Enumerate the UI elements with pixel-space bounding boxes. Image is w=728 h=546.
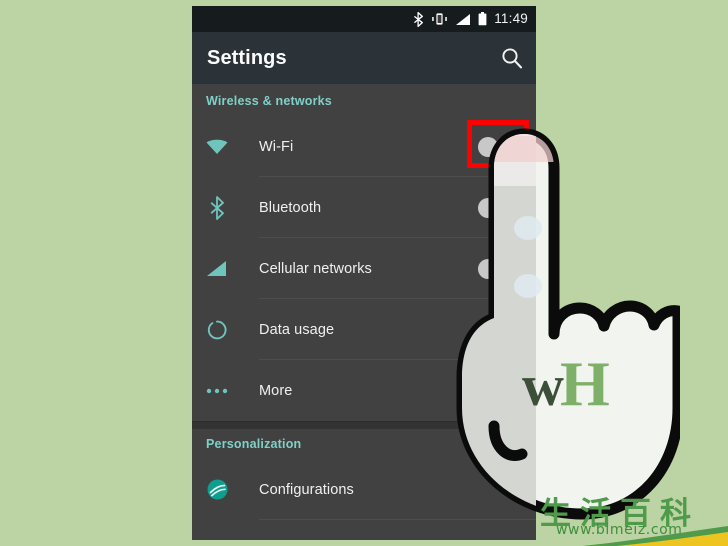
search-icon[interactable] [500,46,524,70]
section-header-personalization: Personalization [206,437,302,451]
settings-row-configurations[interactable]: Configurations [192,459,536,520]
watermark: 生活百科 www.bimeiz.com [538,492,728,546]
settings-row-label: Cellular networks [259,260,372,277]
settings-list: Wireless & networks Wi-Fi Bluetooth Cell… [192,84,536,540]
configurations-icon [204,477,230,503]
settings-row-label: Bluetooth [259,199,322,216]
app-toolbar: Settings [192,32,536,84]
bluetooth-icon [414,11,424,27]
toggle-knob [478,136,498,157]
vibrate-icon [432,13,448,25]
settings-row-data-usage[interactable]: Data usage [192,299,536,360]
battery-icon [478,12,487,26]
section-separator [192,421,536,429]
status-bar: 11:49 [192,6,536,32]
page-title: Settings [207,47,287,69]
status-bar-clock: 11:49 [494,11,528,26]
settings-row-bluetooth[interactable]: Bluetooth [192,177,536,238]
bluetooth-icon [204,195,230,221]
logo-h: H [560,348,610,419]
cellular-toggle[interactable] [476,258,522,279]
toggle-knob [478,197,498,218]
more-dots-icon [204,378,230,404]
toggle-knob [478,258,498,279]
section-header-wireless: Wireless & networks [206,94,332,108]
row-divider [259,519,536,520]
screenshot-canvas: 11:49 Settings Wireless & networks Wi-Fi… [0,0,728,546]
settings-row-wifi[interactable]: Wi-Fi [192,116,536,177]
settings-row-more[interactable]: More [192,360,536,421]
settings-row-label: More [259,382,293,399]
settings-row-cellular[interactable]: Cellular networks [192,238,536,299]
phone-settings-screen: 11:49 Settings Wireless & networks Wi-Fi… [192,6,536,540]
watermark-swoosh [582,526,728,546]
settings-row-label: Wi-Fi [259,138,294,155]
settings-row-label: Configurations [259,481,354,498]
status-bar-icons: 11:49 [413,6,528,32]
bluetooth-toggle[interactable] [476,197,522,218]
signal-icon [204,256,230,282]
wifi-icon [204,134,230,160]
signal-icon [456,13,471,25]
settings-row-label: Data usage [259,321,335,338]
wifi-toggle[interactable] [476,136,522,157]
data-usage-icon [204,317,230,343]
